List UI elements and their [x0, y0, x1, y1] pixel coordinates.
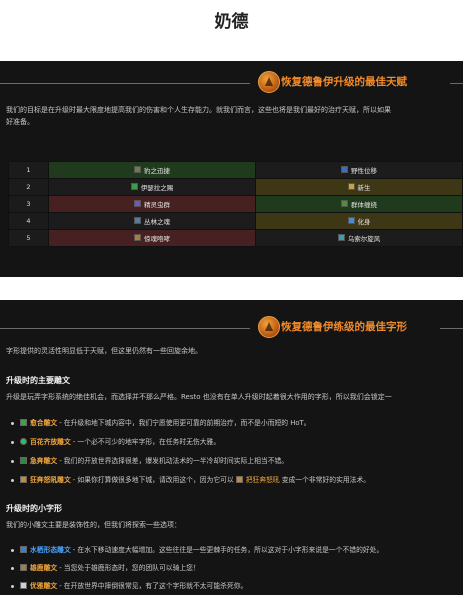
talent-name: 新生 — [357, 183, 371, 192]
talents-section-header: 恢复德鲁伊升级的最佳天赋 — [0, 70, 463, 96]
list-item: 水栖形态雕文 - 在水下移动速度大幅增加。这些往往是一些更棘手的任务，所以这对于… — [20, 544, 383, 554]
glyphs-section-header: 恢复德鲁伊练级的最佳字形 — [0, 315, 463, 341]
talent-cell-selected[interactable]: 豹之迅捷 — [48, 161, 256, 179]
talent-name: 化身 — [357, 217, 371, 226]
table-row: 3 精灵虫群 群体缠绕 — [8, 195, 463, 213]
talent-name: 豹之迅捷 — [144, 166, 170, 175]
stampeding-roar-icon — [235, 475, 243, 483]
talent-cell[interactable]: 丛林之魂 — [48, 212, 256, 230]
faerie-swarm-icon — [134, 200, 141, 208]
aquatic-form-icon — [20, 545, 27, 553]
soul-of-the-forest-icon — [134, 217, 141, 225]
list-item: 雄鹿雕文 - 当您处于雄鹿形态时，您的团队可以骑上您！ — [20, 562, 200, 572]
table-row: 5 惊魂咆哮 乌索尔旋风 — [8, 229, 463, 247]
row-number: 3 — [8, 195, 49, 213]
talent-name: 群体缠绕 — [351, 200, 377, 209]
talent-cell-selected[interactable]: 群体缠绕 — [255, 195, 463, 213]
glyph-link[interactable]: 急奔雕文 — [30, 455, 57, 465]
feline-swiftness-icon — [134, 166, 141, 174]
talent-name: 惊魂咆哮 — [144, 234, 170, 243]
bullet-dot — [11, 479, 14, 482]
list-item: 急奔雕文 - 我们的开放世界选择很差，爆发机动法术的一半冷却时间实际上相当不错。 — [20, 455, 288, 465]
row-number: 4 — [8, 212, 49, 230]
major-glyphs-intro: 升级是玩弄字形系统的绝佳机会，而选择并不那么严格。Resto 也没有在单人升级时… — [6, 393, 392, 401]
ysera-gift-icon — [130, 183, 138, 191]
list-item: 愈合雕文 - 在升级和地下城内容中，我们宁愿使用更可靠的前期治疗，而不是小而短的… — [20, 417, 310, 427]
talent-cell-selected[interactable]: 精灵虫群 — [48, 195, 256, 213]
glyph-desc: - 当您处于雄鹿形态时，您的团队可以骑上您！ — [59, 564, 200, 572]
bullet-dot — [11, 460, 14, 463]
table-row: 2 伊瑟拉之赐 新生 — [8, 178, 463, 196]
talent-name: 乌索尔旋风 — [347, 234, 381, 243]
glyph-desc: 变成一个非常好的实用法术。 — [281, 476, 371, 484]
glyph-desc: - 在水下移动速度大幅增加。这些往往是一些更棘手的任务，所以这对于小字形来说是一… — [72, 546, 384, 554]
divider-left — [0, 83, 250, 84]
bullet-dot — [11, 567, 14, 570]
talents-section-title: 恢复德鲁伊升级的最佳天赋 — [281, 76, 407, 88]
talent-name: 伊瑟拉之赐 — [140, 183, 174, 192]
druid-class-icon — [258, 71, 280, 93]
talent-cell[interactable]: 伊瑟拉之赐 — [48, 178, 256, 196]
table-row: 4 丛林之魂 化身 — [8, 212, 463, 230]
minor-glyphs-intro: 我们的小雕文主要是装饰性的，但我们将探索一些选项： — [6, 521, 181, 529]
talent-name: 野性位移 — [351, 166, 377, 175]
mass-entanglement-icon — [341, 200, 348, 208]
glyph-desc: - 一个必不可少的地牢字形，在任务时无伤大雅。 — [72, 438, 221, 446]
page-title: 奶德 — [214, 12, 249, 32]
bullet-dot — [11, 422, 14, 425]
glyphs-section-title: 恢复德鲁伊练级的最佳字形 — [281, 321, 407, 333]
glyph-link[interactable]: 优雅雕文 — [30, 580, 57, 590]
divider-right — [450, 83, 463, 84]
green-leaf-icon — [20, 418, 27, 426]
glyph-desc: - 我们的开放世界选择很差，爆发机动法术的一半冷却时间实际上相当不错。 — [59, 457, 289, 465]
glyph-desc: - 如果你打算做很多地下城，请改用这个，因为它可以 — [72, 476, 234, 484]
talent-cell[interactable]: 乌索尔旋风 — [255, 229, 463, 247]
disorienting-roar-icon — [134, 234, 141, 242]
talent-cell[interactable]: 野性位移 — [255, 161, 463, 179]
talent-cell-selected[interactable]: 新生 — [255, 178, 463, 196]
talent-cell-selected[interactable]: 化身 — [255, 212, 463, 230]
ursols-vortex-icon — [337, 234, 345, 242]
glyph-link[interactable]: 狂奔怒吼雕文 — [30, 474, 71, 484]
talents-panel: 恢复德鲁伊升级的最佳天赋 我们的目标是在升级时最大限度地提高我们的伤害和个人生存… — [0, 61, 463, 277]
talent-cell-selected[interactable]: 惊魂咆哮 — [48, 229, 256, 247]
glyph-link[interactable]: 愈合雕文 — [30, 417, 57, 427]
roar-icon — [20, 475, 27, 483]
bullet-dot — [11, 585, 14, 588]
glyph-link[interactable]: 百花齐放雕文 — [30, 436, 71, 446]
spell-link[interactable]: 把狂奔怒吼 — [246, 474, 280, 484]
talent-name: 精灵虫群 — [144, 200, 170, 209]
feather-icon — [20, 581, 27, 589]
glyph-link[interactable]: 水栖形态雕文 — [30, 544, 71, 554]
list-item: 百花齐放雕文 - 一个必不可少的地牢字形，在任务时无伤大雅。 — [20, 436, 220, 446]
talents-intro: 我们的目标是在升级时最大限度地提高我们的伤害和个人生存能力。就我们而言，这些也将… — [6, 106, 391, 114]
flower-icon — [20, 437, 27, 445]
row-number: 2 — [8, 178, 49, 196]
dash-icon — [20, 456, 27, 464]
talent-name: 丛林之魂 — [144, 217, 170, 226]
renewal-icon — [347, 183, 355, 191]
glyphs-intro: 字形提供的灵活性明显低于天赋，但这里仍然有一些回旋余地。 — [6, 347, 202, 355]
row-number: 5 — [8, 229, 49, 247]
bullet-dot — [11, 549, 14, 552]
divider-left — [0, 328, 250, 329]
incarnation-icon — [347, 217, 355, 225]
glyph-desc: - 在开放世界中摔倒很常见，有了这个字形就不太可能杀死你。 — [59, 582, 248, 590]
displacer-beast-icon — [341, 166, 348, 174]
glyphs-panel: 恢复德鲁伊练级的最佳字形 字形提供的灵活性明显低于天赋，但这里仍然有一些回旋余地… — [0, 300, 463, 595]
list-item: 狂奔怒吼雕文 - 如果你打算做很多地下城，请改用这个，因为它可以 把狂奔怒吼 变… — [20, 474, 370, 484]
stag-icon — [20, 563, 27, 571]
row-number: 1 — [8, 161, 49, 179]
bullet-dot — [11, 441, 14, 444]
minor-glyphs-heading: 升级时的小字形 — [6, 504, 62, 513]
table-row: 1 豹之迅捷 野性位移 — [8, 161, 463, 179]
list-item: 优雅雕文 - 在开放世界中摔倒很常见，有了这个字形就不太可能杀死你。 — [20, 580, 247, 590]
glyph-link[interactable]: 雄鹿雕文 — [30, 562, 57, 572]
druid-class-icon — [258, 316, 280, 338]
talents-table: 1 豹之迅捷 野性位移 2 伊瑟拉之赐 新生 3 精灵虫群 群体缠绕 4 丛林之… — [8, 161, 463, 247]
talents-intro-line2: 好准备。 — [6, 118, 34, 126]
divider-right — [440, 328, 463, 329]
major-glyphs-heading: 升级时的主要雕文 — [6, 376, 70, 385]
glyph-desc: - 在升级和地下城内容中，我们宁愿使用更可靠的前期治疗，而不是小而短的 HoT。 — [59, 419, 311, 427]
